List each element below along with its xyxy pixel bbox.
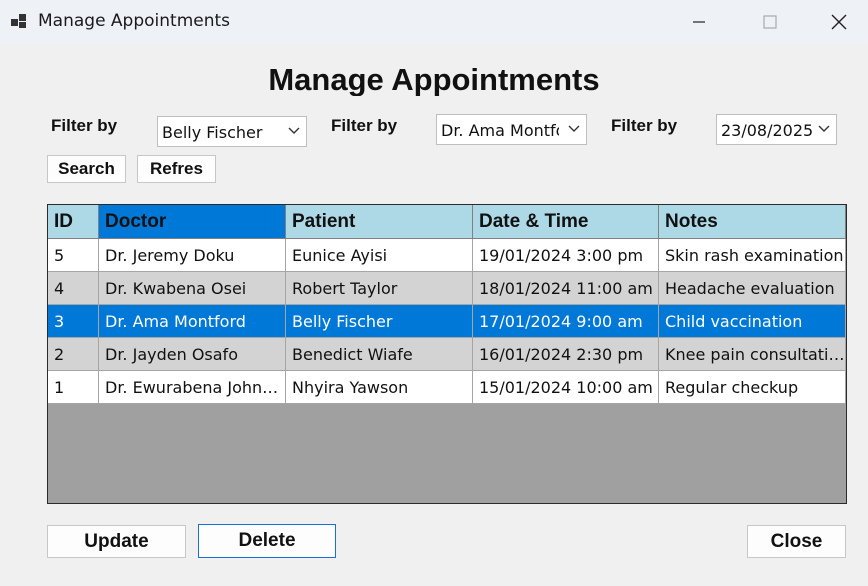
patient-filter-dropdown[interactable]: Belly Fischer <box>157 116 307 147</box>
search-button[interactable]: Search <box>47 155 126 183</box>
cell-doctor[interactable]: Dr. Kwabena Osei <box>99 272 286 305</box>
table-row[interactable]: 1 Dr. Ewurabena John… Nhyira Yawson 15/0… <box>48 371 846 404</box>
patient-filter-value: Belly Fischer <box>162 123 263 142</box>
filter-date-label: Filter by <box>611 116 678 135</box>
cell-date-time[interactable]: 19/01/2024 3:00 pm <box>473 239 659 272</box>
table-row[interactable]: 4 Dr. Kwabena Osei Robert Taylor 18/01/2… <box>48 272 846 305</box>
cell-date-time[interactable]: 17/01/2024 9:00 am <box>473 305 659 338</box>
maximize-icon <box>763 15 777 29</box>
column-header-id[interactable]: ID <box>48 205 99 239</box>
minimize-icon <box>693 21 705 23</box>
cell-id[interactable]: 2 <box>48 338 99 371</box>
cell-notes[interactable]: Headache evaluation <box>659 272 846 305</box>
cell-id[interactable]: 1 <box>48 371 99 404</box>
doctor-filter-value: Dr. Ama Montford <box>441 121 559 140</box>
cell-id[interactable]: 5 <box>48 239 99 272</box>
page-title: Manage Appointments <box>268 62 600 96</box>
column-header-patient[interactable]: Patient <box>286 205 473 239</box>
filter-doctor-label: Filter by <box>331 116 398 135</box>
column-header-date-time[interactable]: Date & Time <box>473 205 659 239</box>
close-button[interactable]: Close <box>747 525 846 558</box>
cell-notes[interactable]: Child vaccination <box>659 305 846 338</box>
cell-doctor[interactable]: Dr. Jayden Osafo <box>99 338 286 371</box>
date-filter-value: 23/08/2025 <box>721 121 813 140</box>
table-row-selected[interactable]: 3 Dr. Ama Montford Belly Fischer 17/01/2… <box>48 305 846 338</box>
date-filter-picker[interactable]: 23/08/2025 <box>716 114 837 145</box>
chevron-down-icon <box>288 127 300 134</box>
app-icon <box>11 14 26 28</box>
close-window-button[interactable] <box>810 0 868 44</box>
cell-date-time[interactable]: 15/01/2024 10:00 am <box>473 371 659 404</box>
cell-doctor[interactable]: Dr. Ewurabena John… <box>99 371 286 404</box>
cell-patient[interactable]: Robert Taylor <box>286 272 473 305</box>
cell-notes[interactable]: Regular checkup <box>659 371 846 404</box>
cell-date-time[interactable]: 18/01/2024 11:00 am <box>473 272 659 305</box>
window-title: Manage Appointments <box>38 11 231 31</box>
table-header-row: ID Doctor Patient Date & Time Notes <box>48 205 846 239</box>
close-icon <box>831 14 847 30</box>
minimize-button[interactable] <box>670 0 728 44</box>
title-bar: Manage Appointments <box>0 0 868 44</box>
chevron-down-icon <box>818 125 830 132</box>
filter-patient-label: Filter by <box>51 116 118 135</box>
cell-doctor[interactable]: Dr. Jeremy Doku <box>99 239 286 272</box>
cell-patient[interactable]: Belly Fischer <box>286 305 473 338</box>
maximize-button[interactable] <box>741 0 799 44</box>
doctor-filter-dropdown[interactable]: Dr. Ama Montford <box>436 114 587 145</box>
cell-doctor[interactable]: Dr. Ama Montford <box>99 305 286 338</box>
column-header-notes[interactable]: Notes <box>659 205 846 239</box>
cell-id[interactable]: 3 <box>48 305 99 338</box>
table-row[interactable]: 5 Dr. Jeremy Doku Eunice Ayisi 19/01/202… <box>48 239 846 272</box>
cell-patient[interactable]: Nhyira Yawson <box>286 371 473 404</box>
cell-notes[interactable]: Skin rash examination <box>659 239 846 272</box>
update-button[interactable]: Update <box>47 525 186 558</box>
cell-id[interactable]: 4 <box>48 272 99 305</box>
cell-patient[interactable]: Eunice Ayisi <box>286 239 473 272</box>
cell-date-time[interactable]: 16/01/2024 2:30 pm <box>473 338 659 371</box>
cell-notes[interactable]: Knee pain consultati… <box>659 338 846 371</box>
chevron-down-icon <box>568 125 580 132</box>
delete-button[interactable]: Delete <box>198 524 336 558</box>
refresh-button[interactable]: Refres <box>137 155 216 183</box>
table-row[interactable]: 2 Dr. Jayden Osafo Benedict Wiafe 16/01/… <box>48 338 846 371</box>
appointments-table[interactable]: ID Doctor Patient Date & Time Notes 5 Dr… <box>47 204 847 504</box>
cell-patient[interactable]: Benedict Wiafe <box>286 338 473 371</box>
column-header-doctor[interactable]: Doctor <box>99 205 286 239</box>
